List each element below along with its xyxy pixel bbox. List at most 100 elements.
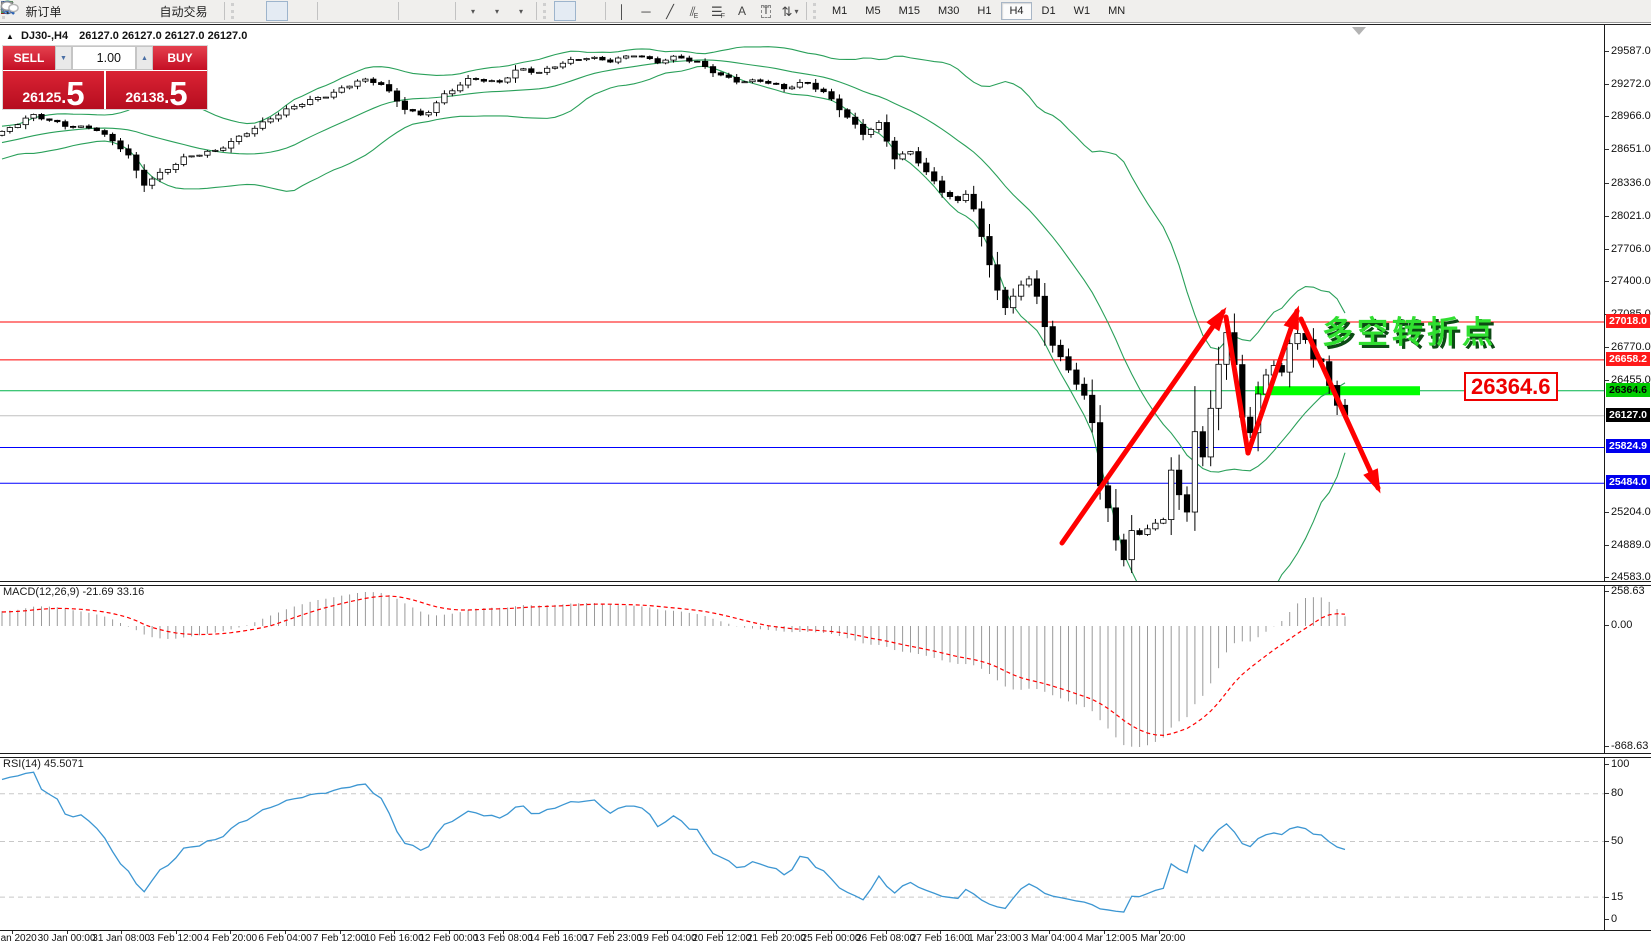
periods-button[interactable]: ▾ <box>485 1 507 21</box>
arrows-button[interactable]: ⇅▾ <box>779 1 801 21</box>
timeframe-button-D1[interactable]: D1 <box>1034 2 1064 20</box>
main-chart-pane[interactable]: ▲ DJ30-,H4 26127.0 26127.0 26127.0 26127… <box>0 25 1604 581</box>
candle-body <box>845 110 850 117</box>
candle-body <box>276 115 281 119</box>
date-label: 5 Mar 20:00 <box>1132 933 1185 943</box>
indicators-dropdown-arrow[interactable]: ▾ <box>471 7 475 16</box>
sell-price-tile[interactable]: 26125.5 <box>3 71 104 109</box>
fibonacci-button[interactable]: ☰F <box>707 1 729 21</box>
date-label: 20 Feb 12:00 <box>692 933 751 943</box>
timeframe-button-M15[interactable]: M15 <box>891 2 928 20</box>
timeframe-toolbar: M1M5M15M30H1H4D1W1MN <box>823 2 1134 20</box>
candle-body <box>774 83 779 84</box>
horizontal-line-button[interactable]: ─ <box>635 1 657 21</box>
price-axis[interactable]: 29587.029272.028966.028651.028336.028021… <box>1604 25 1651 930</box>
rsi-pane[interactable]: RSI(14) 45.5071 <box>0 755 1604 929</box>
sell-button[interactable]: SELL <box>3 46 55 70</box>
candle-body <box>868 129 873 134</box>
line-chart-button[interactable] <box>290 1 312 21</box>
timeframe-button-H4[interactable]: H4 <box>1001 2 1031 20</box>
timeframe-button-M30[interactable]: M30 <box>930 2 967 20</box>
indicators-button[interactable]: ▾ <box>461 1 483 21</box>
arrows-dropdown-arrow[interactable]: ▾ <box>794 7 798 16</box>
candle-body <box>1176 470 1181 495</box>
autotrading-button[interactable]: 自动交易 <box>145 1 219 21</box>
candle-body <box>955 197 960 201</box>
price-level-callout: 26364.6 <box>1464 372 1558 401</box>
bar-chart-button[interactable] <box>242 1 264 21</box>
horizontal-line-icon: ─ <box>641 5 650 18</box>
time-axis[interactable]: 8 Jan 202030 Jan 00:0031 Jan 08:003 Feb … <box>0 930 1651 943</box>
pane-separator[interactable] <box>0 581 1651 586</box>
buy-price-tile[interactable]: 26138.5 <box>106 71 207 109</box>
equidistant-channel-button[interactable]: ⫽E <box>683 1 705 21</box>
candle-body <box>157 172 162 179</box>
zoom-in-button[interactable] <box>323 1 345 21</box>
tile-windows-button[interactable] <box>371 1 393 21</box>
trend-arrowhead <box>1363 468 1380 493</box>
candle-body <box>189 156 194 157</box>
macd-tick-label: 0.00 <box>1611 619 1632 631</box>
symbol-timeframe: DJ30-,H4 <box>21 30 68 42</box>
timeframe-button-H1[interactable]: H1 <box>969 2 999 20</box>
macd-pane[interactable]: MACD(12,26,9) -21.69 33.16 <box>0 583 1604 753</box>
text-button[interactable]: A <box>731 1 753 21</box>
candle-body <box>221 148 226 150</box>
candle-body <box>513 70 518 78</box>
timeframe-button-W1[interactable]: W1 <box>1066 2 1099 20</box>
candle-body <box>118 141 123 149</box>
volume-input[interactable]: 1.00 <box>72 46 136 70</box>
arrows-icon: ⇅ <box>782 5 793 18</box>
candle-body <box>702 61 707 66</box>
candle-body <box>758 80 763 82</box>
price-chart-canvas[interactable] <box>0 25 1604 581</box>
rsi-canvas[interactable] <box>0 755 1604 929</box>
vertical-line-icon: │ <box>618 5 626 18</box>
vertical-line-button[interactable]: │ <box>611 1 633 21</box>
price-badge-25484.0: 25484.0 <box>1606 475 1650 489</box>
signals-button[interactable] <box>121 1 143 21</box>
candle-body <box>884 122 889 141</box>
candlestick-chart-button[interactable] <box>266 1 288 21</box>
search-button[interactable] <box>1581 1 1603 21</box>
one-click-trading-panel: SELL ▼ 1.00 ▲ BUY 26125.5 26138.5 <box>2 45 208 110</box>
timeframe-button-M1[interactable]: M1 <box>824 2 855 20</box>
text-label-button[interactable]: T <box>755 1 777 21</box>
candle-body <box>1105 486 1110 508</box>
macd-canvas[interactable] <box>0 583 1604 753</box>
trend-arrow[interactable] <box>1062 312 1223 543</box>
candle-body <box>1169 470 1174 519</box>
pane-separator[interactable] <box>0 753 1651 758</box>
volume-decrease-button[interactable]: ▼ <box>55 46 72 70</box>
crosshair-button[interactable] <box>578 1 600 21</box>
metaeditor-button[interactable] <box>73 1 95 21</box>
templates-button[interactable]: ▾ <box>509 1 531 21</box>
timeframe-button-M5[interactable]: M5 <box>857 2 888 20</box>
timeframe-button-MN[interactable]: MN <box>1100 2 1133 20</box>
buy-price-main: 26138 <box>125 90 164 104</box>
volume-increase-button[interactable]: ▲ <box>136 46 153 70</box>
chart-shift-marker-icon[interactable] <box>1352 27 1366 35</box>
new-order-button[interactable]: 新订单 <box>13 1 71 21</box>
auto-scroll-button[interactable] <box>404 1 426 21</box>
rsi-line <box>2 772 1345 912</box>
candle-body <box>916 152 921 163</box>
candle-body <box>252 128 257 133</box>
cursor-button[interactable] <box>554 1 576 21</box>
zoom-out-button[interactable] <box>347 1 369 21</box>
candle-body <box>0 131 5 135</box>
community-button[interactable] <box>97 1 119 21</box>
candle-body <box>86 126 91 128</box>
trendline-button[interactable]: ╱ <box>659 1 681 21</box>
buy-button[interactable]: BUY <box>153 46 207 70</box>
price-tick-label: 27706.0 <box>1611 243 1651 255</box>
chart-shift-button[interactable] <box>428 1 450 21</box>
templates-dropdown-arrow[interactable]: ▾ <box>519 7 523 16</box>
chat-button[interactable] <box>1618 1 1640 21</box>
periods-dropdown-arrow[interactable]: ▾ <box>495 7 499 16</box>
candle-body <box>608 60 613 62</box>
collapse-arrow-icon[interactable]: ▲ <box>6 32 14 41</box>
candle-body <box>908 152 913 154</box>
candle-body <box>971 194 976 209</box>
price-badge-26364.6: 26364.6 <box>1606 383 1650 397</box>
